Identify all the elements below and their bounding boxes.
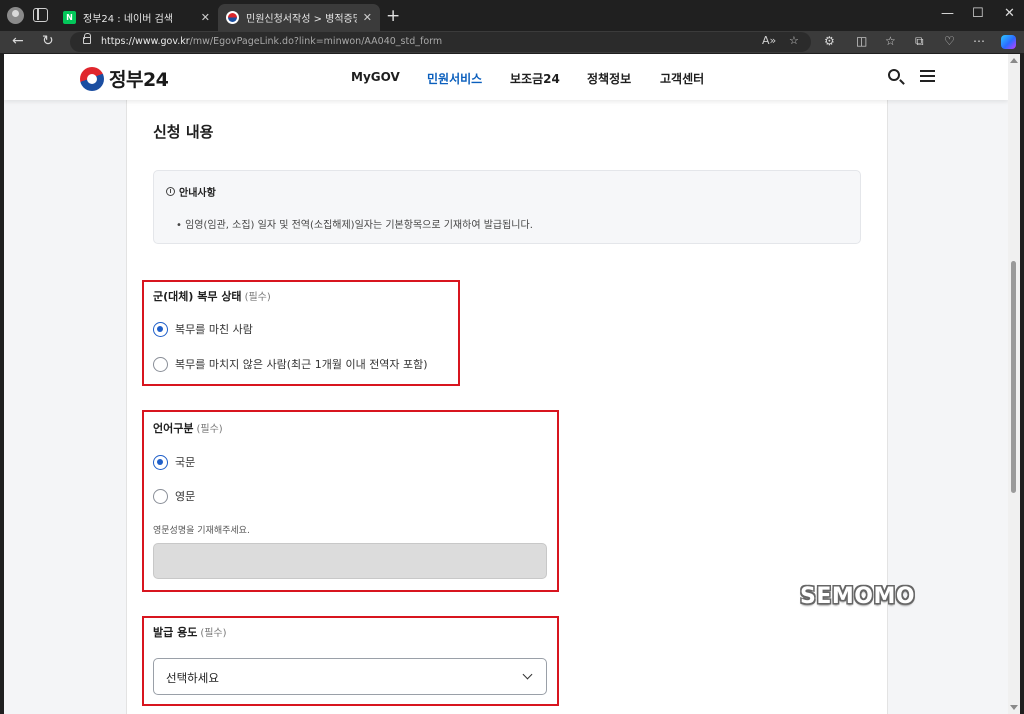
info-icon [166,187,175,196]
favorites-icon[interactable]: ☆ [885,34,896,48]
page-viewport: 정부24 MyGOV 민원서비스 보조금24 정책정보 고객센터 신청 내용 안… [4,54,1008,714]
english-name-field[interactable] [153,543,547,579]
radio-service-completed[interactable]: 복무를 마친 사람 [153,321,253,337]
maximize-icon[interactable]: ☐ [972,6,984,21]
minimize-icon[interactable]: — [941,6,954,21]
radio-label: 복무를 마친 사람 [175,323,253,336]
nav-subsidy24[interactable]: 보조금24 [510,70,560,87]
nav-civil-service[interactable]: 민원서비스 [427,70,482,87]
page-scrollbar[interactable] [1008,54,1020,714]
profile-avatar-icon[interactable] [7,7,24,24]
close-tab-icon[interactable]: ✕ [363,11,372,24]
required-mark: (필수) [244,292,271,303]
tab-title: 민원신청서작성 > 병적증명서 발 [246,14,357,25]
watermark-text: SEMOMO [800,584,916,609]
browser-tab-strip: N 정부24 : 네이버 검색 ✕ 민원신청서작성 > 병적증명서 발 ✕ + … [0,0,1024,31]
collections-icon[interactable]: ⧉ [915,34,924,49]
refresh-icon[interactable]: ↻ [42,33,54,49]
hamburger-menu-icon[interactable] [920,70,935,82]
favorite-star-icon[interactable]: ☆ [789,34,799,47]
browser-tab-gov24[interactable]: 민원신청서작성 > 병적증명서 발 ✕ [218,4,380,31]
radio-unselected-icon[interactable] [153,488,168,504]
read-aloud-icon[interactable]: A» [762,34,776,47]
chevron-down-icon [522,669,533,680]
back-icon[interactable]: ← [12,33,24,49]
notice-body: • 임영(임관, 소집) 일자 및 전역(소집해제)일자는 기본항목으로 기재하… [176,220,533,231]
radio-label: 영문 [175,490,196,503]
taegeuk-emblem-icon [80,66,104,91]
section-title: 신청 내용 [153,123,214,141]
url-input[interactable]: https://www.gov.kr/mw/EgovPageLink.do?li… [70,32,811,52]
search-icon[interactable] [888,69,900,81]
service-status-label-text: 군(대체) 복무 상태 [153,290,242,303]
notice-heading: 안내사항 [166,184,216,199]
required-mark: (필수) [200,628,227,639]
naver-favicon-icon: N [63,11,76,24]
nav-policy-info[interactable]: 정책정보 [587,70,631,87]
tab-title: 정부24 : 네이버 검색 [83,14,174,25]
language-label: 언어구분 (필수) [153,420,223,436]
notice-title: 안내사항 [179,188,216,199]
application-form-panel: 신청 내용 안내사항 • 임영(임관, 소집) 일자 및 전역(소집해제)일자는… [126,100,888,714]
site-header: 정부24 MyGOV 민원서비스 보조금24 정책정보 고객센터 [4,54,1008,100]
new-tab-icon[interactable]: + [386,6,400,26]
nav-customer-center[interactable]: 고객센터 [660,70,704,87]
purpose-select-value: 선택하세요 [166,671,219,685]
radio-label: 국문 [175,456,196,469]
nav-mygov[interactable]: MyGOV [351,70,400,84]
logo-text: 정부24 [109,69,169,91]
close-window-icon[interactable]: ✕ [1004,6,1015,21]
language-label-text: 언어구분 [153,422,194,435]
radio-selected-icon[interactable] [153,454,168,470]
scrollbar-thumb[interactable] [1011,261,1016,493]
radio-selected-icon[interactable] [153,321,168,337]
split-screen-icon[interactable]: ◫ [856,34,867,48]
required-mark: (필수) [196,424,223,435]
browser-tab-naver[interactable]: N 정부24 : 네이버 검색 ✕ [55,4,218,31]
browser-essentials-icon[interactable]: ♡ [944,34,955,48]
browser-address-bar: ← ↻ https://www.gov.kr/mw/EgovPageLink.d… [0,31,1024,53]
radio-korean[interactable]: 국문 [153,454,195,470]
more-options-icon[interactable]: ⋯ [973,34,985,48]
copilot-icon[interactable] [1001,35,1016,49]
lock-icon[interactable] [83,33,91,44]
purpose-label: 발급 용도 (필수) [153,624,227,640]
purpose-label-text: 발급 용도 [153,626,198,639]
close-tab-icon[interactable]: ✕ [201,11,210,24]
radio-english[interactable]: 영문 [153,488,195,504]
purpose-select[interactable]: 선택하세요 [153,658,547,695]
scroll-up-arrow-icon[interactable] [1010,58,1018,63]
radio-unselected-icon[interactable] [153,356,168,372]
english-name-hint: 영문성명을 기재해주세요. [153,526,250,536]
extensions-icon[interactable]: ⚙ [824,34,835,48]
radio-service-not-completed[interactable]: 복무를 마치지 않은 사람(최근 1개월 이내 전역자 포함) [153,356,428,372]
url-host: https://www.gov.kr [101,36,190,47]
url-text: https://www.gov.kr/mw/EgovPageLink.do?li… [101,36,442,47]
service-status-label: 군(대체) 복무 상태 (필수) [153,288,271,304]
url-path: /mw/EgovPageLink.do?link=minwon/AA040_st… [189,36,443,47]
scroll-down-arrow-icon[interactable] [1010,705,1018,710]
notice-box: 안내사항 • 임영(임관, 소집) 일자 및 전역(소집해제)일자는 기본항목으… [153,170,861,244]
tab-actions-icon[interactable] [33,8,48,22]
gov24-logo[interactable]: 정부24 [80,65,169,92]
gov24-favicon-icon [226,11,239,24]
window-border [1020,54,1024,714]
radio-label: 복무를 마치지 않은 사람(최근 1개월 이내 전역자 포함) [175,358,428,371]
